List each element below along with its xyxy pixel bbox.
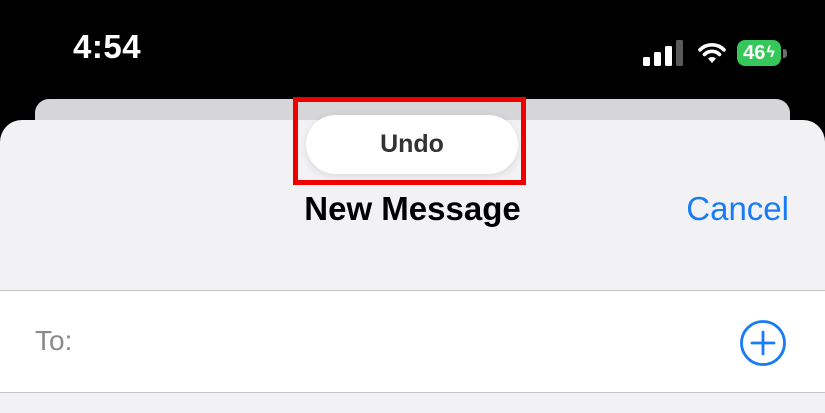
to-label: To: <box>35 325 73 356</box>
annotation-highlight-box <box>293 97 526 185</box>
plus-circle-icon <box>740 320 786 366</box>
wifi-icon <box>698 43 726 63</box>
battery-cap <box>783 48 787 58</box>
battery-body: 46 ϟ <box>737 40 781 66</box>
recipient-input[interactable] <box>95 318 699 364</box>
charging-bolt-icon: ϟ <box>766 44 775 61</box>
cancel-button[interactable]: Cancel <box>686 190 789 228</box>
status-bar: 4:54 46 ϟ <box>0 0 825 100</box>
status-time: 4:54 <box>73 28 142 65</box>
divider <box>0 392 825 393</box>
screen: 4:54 46 ϟ New Message Cancel To: Undo <box>0 0 825 413</box>
status-icons: 46 ϟ <box>643 39 787 67</box>
signal-icon <box>643 40 683 66</box>
battery-icon: 46 ϟ <box>737 40 787 66</box>
add-contact-button[interactable] <box>739 319 787 367</box>
battery-level: 46 <box>743 42 766 64</box>
